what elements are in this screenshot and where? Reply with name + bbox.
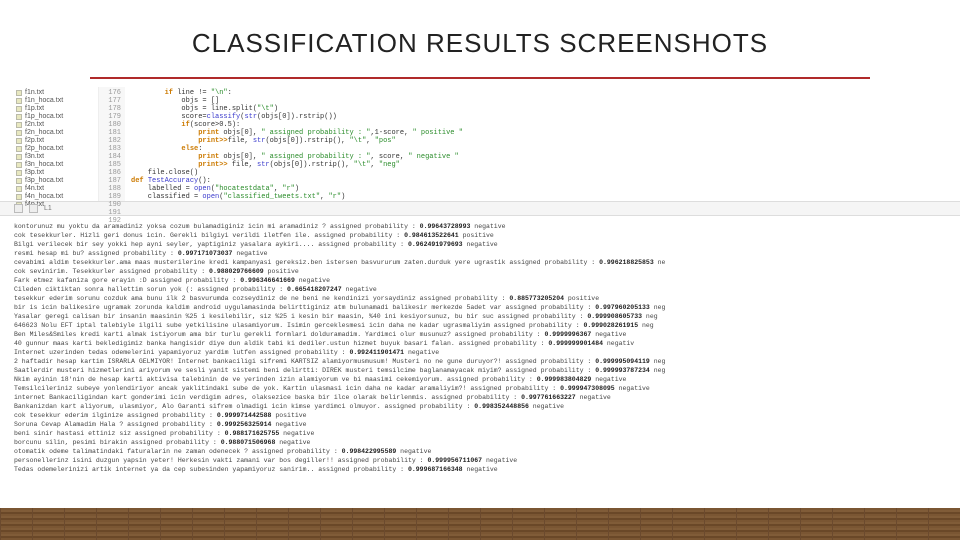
output-line: cok tesekkur ederim ilginize assigned pr… (14, 411, 946, 420)
file-icon (16, 98, 22, 104)
file-name: f1n.txt (25, 89, 44, 97)
output-line: kontorunuz mu yoktu da aramadiniz yoksa … (14, 222, 946, 231)
file-name: f3n_hoca.txt (25, 161, 63, 169)
output-line: Temsilcileriniz subeye yonlendiriyor anc… (14, 384, 946, 393)
output-line: resmi hesap mi bu? assigned probability … (14, 249, 946, 258)
output-line: Nkim ayinin 18'nin de hesap karti aktivi… (14, 375, 946, 384)
file-icon (16, 122, 22, 128)
file-item[interactable]: f3p_hoca.txt (14, 177, 98, 185)
file-name: f2p.txt (25, 137, 44, 145)
file-name: f4n_hoca.txt (25, 193, 63, 201)
output-line: personellerinz isini duzgun yapsin yeter… (14, 456, 946, 465)
console-output: kontorunuz mu yoktu da aramadiniz yoksa … (0, 216, 960, 474)
file-item[interactable]: f3p.txt (14, 169, 98, 177)
line-number-gutter: 176 177 178 179 180 181 182 183 184 185 … (99, 87, 125, 201)
output-line: 646623 Nolu EFT iptal talebiyle ilgili s… (14, 321, 946, 330)
file-item[interactable]: f2p.txt (14, 137, 98, 145)
output-line: 2 haftadir hesap kartim ISRARLA GELMIYOR… (14, 357, 946, 366)
file-tree: f1n.txtf1n_hoca.txtf1p.txtf1p_hoca.txtf2… (14, 87, 99, 201)
file-icon (16, 186, 22, 192)
file-icon (16, 106, 22, 112)
output-line: Bilgi verilecek bir sey yokki hep ayni s… (14, 240, 946, 249)
file-item[interactable]: f2n_hoca.txt (14, 129, 98, 137)
output-toolbar: L1 (0, 202, 960, 216)
file-item[interactable]: f3n_hoca.txt (14, 161, 98, 169)
output-line: beni sinir hastasi ettiniz siz assigned … (14, 429, 946, 438)
file-name: f4n.txt (25, 185, 44, 193)
cursor-position-label: L1 (44, 205, 52, 212)
file-name: f3n.txt (25, 153, 44, 161)
output-line: Saatlerdir musteri hizmetlerini ariyorum… (14, 366, 946, 375)
file-name: f1n_hoca.txt (25, 97, 63, 105)
toolbar-icon[interactable] (29, 204, 38, 213)
file-icon (16, 154, 22, 160)
output-line: borcunu silin, pesimi birakin assigned p… (14, 438, 946, 447)
file-item[interactable]: f3n.txt (14, 153, 98, 161)
output-line: 40 gunnur maas karti bekledigimiz banka … (14, 339, 946, 348)
output-line: Ben Miles&Smiles kredi karti almak istiy… (14, 330, 946, 339)
output-line: Bankanizdan kart aliyorum, ulasmiyor, Al… (14, 402, 946, 411)
file-name: f1p_hoca.txt (25, 113, 63, 121)
file-icon (16, 178, 22, 184)
file-name: f2p_hoca.txt (25, 145, 63, 153)
code-editor: if line != "\n": objs = [] objs = line.s… (125, 87, 946, 201)
output-line: Fark etmez kafaniza gore erayin :D assig… (14, 276, 946, 285)
file-item[interactable]: f1p.txt (14, 105, 98, 113)
file-icon (16, 90, 22, 96)
output-line: internet Bankaciligindan kart gonderimi … (14, 393, 946, 402)
file-icon (16, 138, 22, 144)
output-line: bir is icin balikesire ugramak zorunda k… (14, 303, 946, 312)
output-line: tesekkur ederim sorunu cozduk ama bunu i… (14, 294, 946, 303)
slide-footer-texture (0, 508, 960, 540)
output-line: Tedas odemelerinizi artik internet ya da… (14, 465, 946, 474)
toolbar-icon[interactable] (14, 204, 23, 213)
file-item[interactable]: f2p_hoca.txt (14, 145, 98, 153)
slide-title: CLASSIFICATION RESULTS SCREENSHOTS (0, 0, 960, 77)
file-name: f1p.txt (25, 105, 44, 113)
output-line: cok sevinirim. Tesekkurler assigned prob… (14, 267, 946, 276)
title-underline (90, 77, 870, 79)
file-icon (16, 146, 22, 152)
file-name: f2n_hoca.txt (25, 129, 63, 137)
output-line: Soruna Cevap Alamadim Hala ? assigned pr… (14, 420, 946, 429)
file-item[interactable]: f4n.txt (14, 185, 98, 193)
output-line: cevabimi aldim tesekkurler.ama maas must… (14, 258, 946, 267)
output-line: Internet uzerinden tedas odemelerini yap… (14, 348, 946, 357)
file-item[interactable]: f2n.txt (14, 121, 98, 129)
file-name: f2n.txt (25, 121, 44, 129)
file-icon (16, 130, 22, 136)
file-item[interactable]: f4p.txt (14, 201, 98, 209)
file-icon (16, 170, 22, 176)
file-icon (16, 162, 22, 168)
file-icon (16, 114, 22, 120)
output-line: Yasalar geregi calisan bir insanin maasi… (14, 312, 946, 321)
file-name: f3p_hoca.txt (25, 177, 63, 185)
file-icon (16, 194, 22, 200)
file-item[interactable]: f1p_hoca.txt (14, 113, 98, 121)
ide-screenshot: f1n.txtf1n_hoca.txtf1p.txtf1p_hoca.txtf2… (0, 87, 960, 202)
output-line: otomatik odeme talimatindaki faturalarin… (14, 447, 946, 456)
output-line: cok tesekkurler. Hizli geri donus icin. … (14, 231, 946, 240)
file-item[interactable]: f1n.txt (14, 89, 98, 97)
output-line: Cileden ciktiktan sonra hallettim sorun … (14, 285, 946, 294)
file-item[interactable]: f1n_hoca.txt (14, 97, 98, 105)
file-item[interactable]: f4n_hoca.txt (14, 193, 98, 201)
file-name: f3p.txt (25, 169, 44, 177)
